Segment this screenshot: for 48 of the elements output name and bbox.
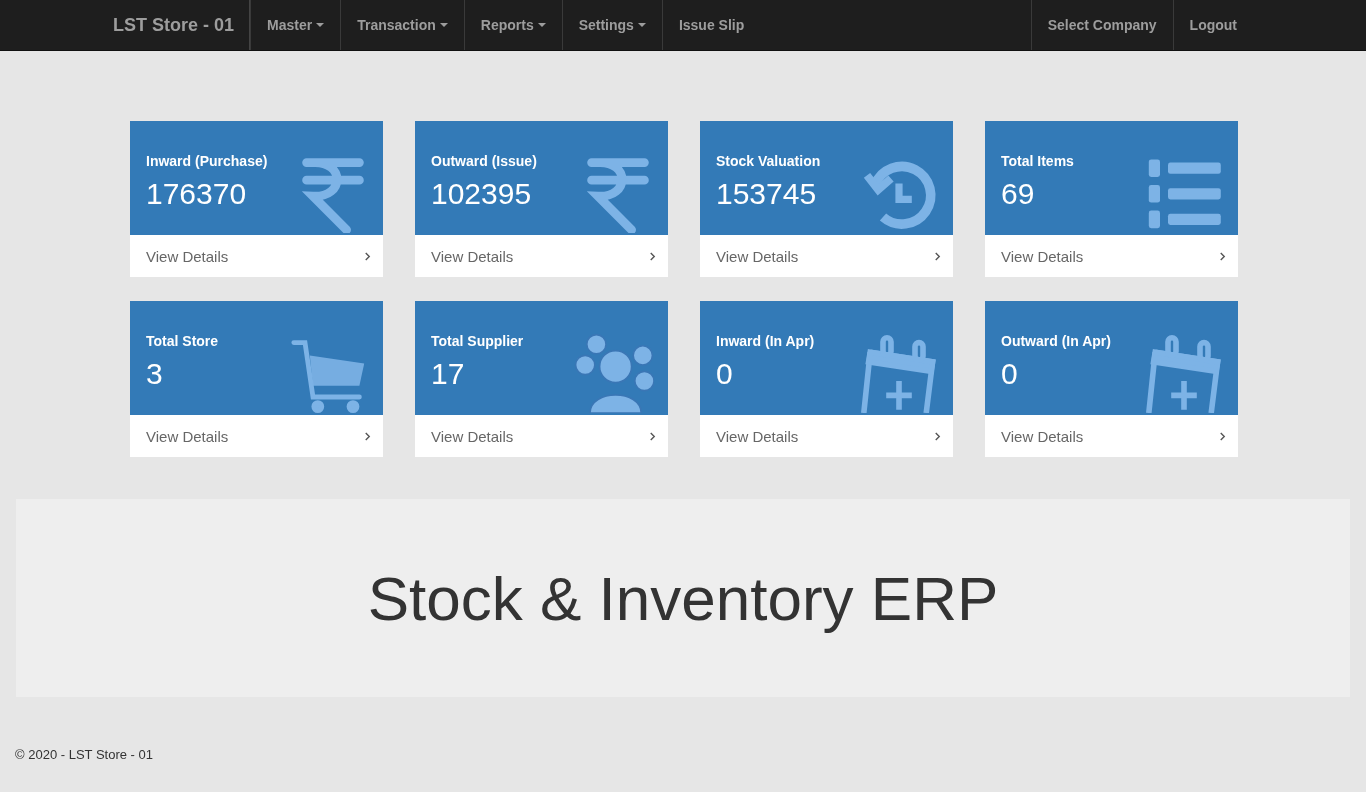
menu-link[interactable]: Logout [1172,0,1253,50]
view-details-link[interactable]: View Details [985,235,1238,277]
card-title: Outward (In Apr) [1001,333,1111,349]
chevron-right-icon [1219,250,1226,262]
chevron-right-icon [649,430,656,442]
view-details-link[interactable]: View Details [415,235,668,277]
card-value: 69 [1001,177,1036,211]
caret-icon [537,23,546,27]
card-value: 153745 [716,177,818,211]
view-details-link[interactable]: View Details [130,415,383,457]
chevron-right-icon [364,430,371,442]
view-details-link[interactable]: View Details [700,235,953,277]
card-title: Total Store [146,333,219,349]
menu-dropdown[interactable]: Master [250,0,341,50]
card-value: 0 [716,357,734,391]
menu-dropdown[interactable]: Reports [463,0,562,50]
menu-dropdown[interactable]: Transaction [340,0,464,50]
chevron-right-icon [364,250,371,262]
card-value: 3 [146,357,164,391]
card-title: Inward (Purchase) [146,153,268,169]
caret-icon [316,23,325,27]
card-title: Total Items [1001,153,1074,169]
chevron-right-icon [934,250,941,262]
card-title: Total Supplier [431,333,524,349]
banner-heading: Stock & Inventory ERP [367,562,999,634]
menu-dropdown[interactable]: Settings [561,0,662,50]
view-details-link[interactable]: View Details [415,415,668,457]
card-title: Stock Valuation [716,153,821,169]
view-details-link[interactable]: View Details [130,235,383,277]
card-value: 0 [1001,357,1019,391]
view-details-link[interactable]: View Details [700,415,953,457]
chevron-right-icon [934,430,941,442]
chevron-right-icon [649,250,656,262]
card-value: 176370 [146,177,248,211]
card-value: 102395 [431,177,533,211]
caret-icon [637,23,646,27]
menu-link[interactable]: Select Company [1030,0,1173,50]
card-title: Inward (In Apr) [716,333,815,349]
view-details-link[interactable]: View Details [985,415,1238,457]
caret-icon [439,23,448,27]
calendar-plus-icon [1144,333,1224,413]
card-title: Outward (Issue) [431,153,537,169]
chevron-right-icon [1219,430,1226,442]
menu-link[interactable]: Issue Slip [661,0,761,50]
calendar-plus-icon [859,333,939,413]
card-value: 17 [431,357,466,391]
copyright-text: © 2020 - LST Store - 01 [15,747,153,762]
brand-link[interactable]: LST Store - 01 [113,0,251,50]
